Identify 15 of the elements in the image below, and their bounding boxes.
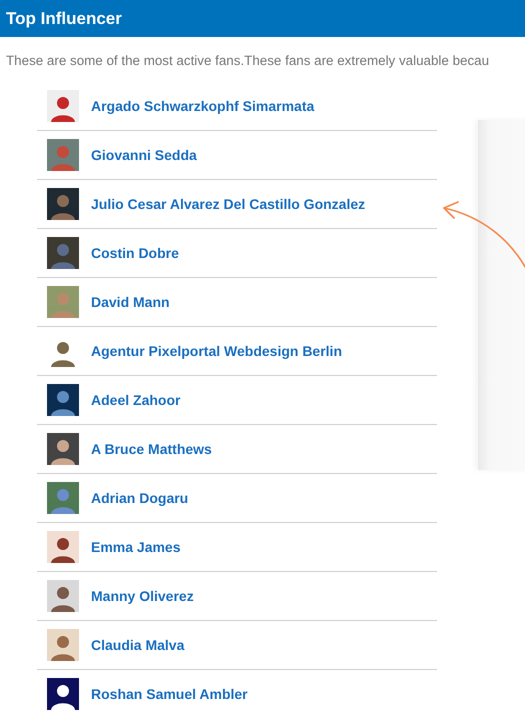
influencer-name-link[interactable]: David Mann bbox=[91, 294, 170, 310]
intro-text: These are some of the most active fans.These fans are extremely valuable becau bbox=[5, 52, 490, 68]
influencer-name-link[interactable]: Adrian Dogaru bbox=[91, 490, 188, 506]
influencer-name-link[interactable]: A Bruce Matthews bbox=[91, 441, 212, 457]
influencer-name-link[interactable]: Roshan Samuel Ambler bbox=[91, 686, 248, 702]
influencer-name-link[interactable]: Julio Cesar Alvarez Del Castillo Gonzalez bbox=[91, 196, 366, 212]
influencer-name-link[interactable]: Manny Oliverez bbox=[91, 588, 194, 604]
influencer-name-link[interactable]: Claudia Malva bbox=[91, 637, 184, 653]
influencer-name-link[interactable]: Giovanni Sedda bbox=[91, 147, 197, 163]
influencer-name-link[interactable]: Adeel Zahoor bbox=[91, 392, 180, 408]
influencer-name-link[interactable]: Agentur Pixelportal Webdesign Berlin bbox=[91, 343, 342, 359]
influencer-name-link[interactable]: Costin Dobre bbox=[91, 245, 179, 261]
influencer-name-link[interactable]: Emma James bbox=[91, 539, 181, 555]
section-title: Top Influencer bbox=[6, 8, 122, 28]
influencer-name-link[interactable]: Argado Schwarzkophf Simarmata bbox=[91, 98, 314, 114]
